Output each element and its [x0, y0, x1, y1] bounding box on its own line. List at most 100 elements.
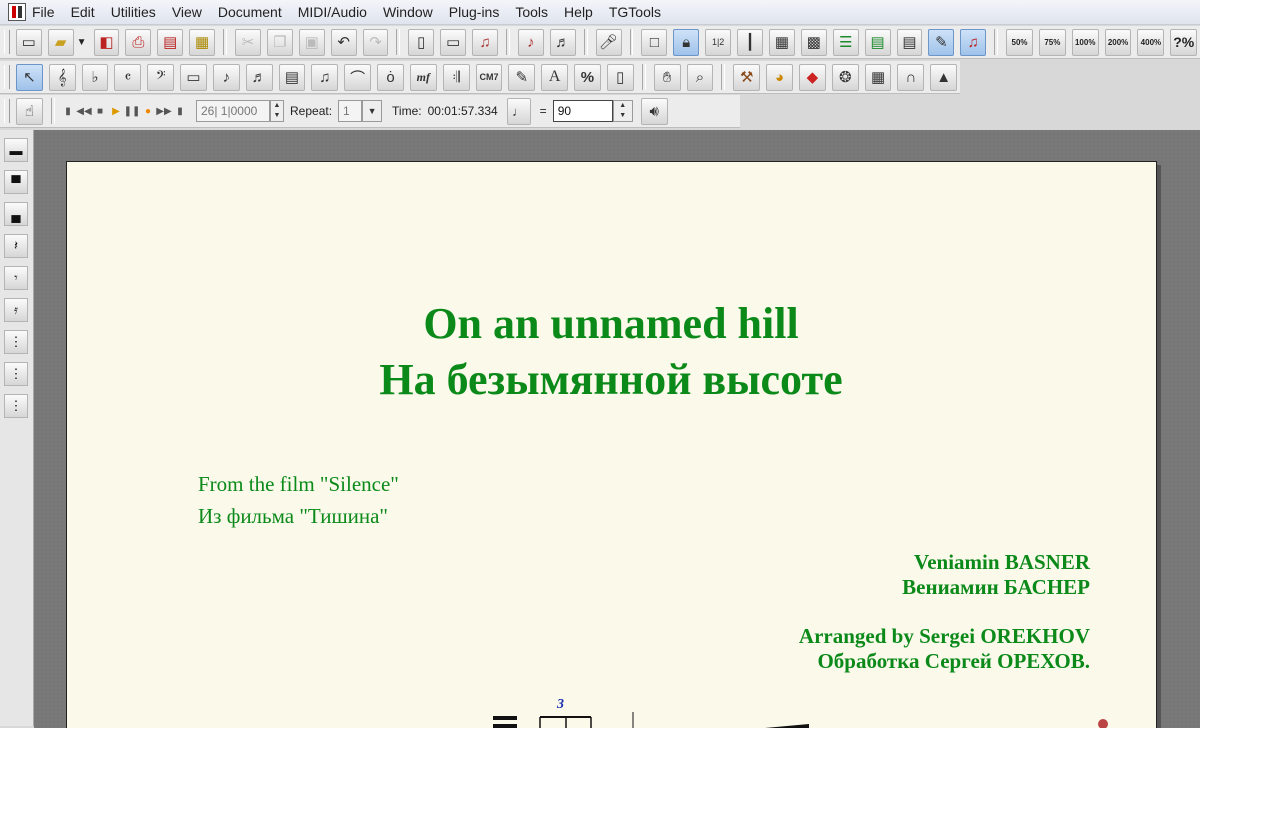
undo-icon[interactable]: ↶	[330, 28, 357, 56]
half-rest-icon[interactable]: ▄	[4, 202, 28, 226]
margins-icon[interactable]: ▤	[864, 28, 891, 56]
speedy-entry-tool-icon[interactable]: ♬	[245, 63, 273, 91]
hand-grabber-icon[interactable]: ✋︎	[653, 63, 681, 91]
staff-icon[interactable]: ┃	[737, 28, 763, 56]
arranger-english[interactable]: Arranged by Sergei OREKHOV	[799, 624, 1090, 649]
print-icon[interactable]: ⎙	[125, 28, 152, 56]
zoom-50-button[interactable]: 50%	[1006, 28, 1033, 56]
frame-icon[interactable]: □	[641, 28, 668, 56]
grid-icon[interactable]: ▦	[768, 28, 795, 56]
graphics-tool-icon[interactable]: ∩	[897, 63, 925, 91]
eighth-rest-icon[interactable]: 𝄾	[4, 266, 28, 290]
lyrics-tool-icon[interactable]: ✎	[508, 63, 536, 91]
title-russian[interactable]: На безымянной высоте	[47, 354, 1175, 405]
menu-tgtools[interactable]: TGTools	[609, 4, 661, 20]
tempo-spinner[interactable]: ▲ ▼	[612, 100, 633, 122]
play-icon[interactable]: ▶	[108, 101, 124, 121]
copy-icon[interactable]: ❐	[266, 28, 293, 56]
menu-document[interactable]: Document	[218, 4, 282, 20]
paste-icon[interactable]: ▣	[298, 28, 325, 56]
page-layout-icon[interactable]: ▩	[800, 28, 827, 56]
tempo-note-value-icon[interactable]: ♩	[506, 97, 531, 125]
app-logo-icon[interactable]	[8, 3, 26, 21]
menu-utilities[interactable]: Utilities	[111, 4, 156, 20]
resize-tool-icon[interactable]: %	[574, 63, 601, 91]
zoom-75-button[interactable]: 75%	[1038, 28, 1066, 56]
special-tools-icon[interactable]: ⚒	[733, 63, 761, 91]
measure-counter-field[interactable]: 26| 1|0000	[196, 100, 270, 122]
zoom-custom-button[interactable]: ?%	[1170, 28, 1198, 56]
lock-icon[interactable]: 🔒︎	[673, 28, 700, 56]
edit-page-icon[interactable]: ✎	[928, 28, 955, 56]
menu-midi-audio[interactable]: MIDI/Audio	[298, 4, 367, 20]
menu-window[interactable]: Window	[383, 4, 433, 20]
chord-tool-icon[interactable]: CM7	[475, 63, 503, 91]
articulation-tool-icon[interactable]: ȯ	[377, 63, 404, 91]
thirty-second-rest-icon[interactable]: ⋮	[4, 330, 28, 354]
zoom-400-button[interactable]: 400%	[1137, 28, 1165, 56]
measure-tool-icon[interactable]: ▭	[180, 63, 207, 91]
rewind-icon[interactable]: ◀◀	[76, 101, 92, 121]
speaker-icon[interactable]: 🔊︎	[640, 97, 668, 125]
simple-entry-tool-icon[interactable]: ♪	[212, 63, 240, 91]
text-tool-icon[interactable]: A	[541, 63, 569, 91]
double-whole-rest-icon[interactable]: ▬	[4, 138, 28, 162]
page-text-icon[interactable]: ▤	[896, 28, 923, 56]
book-icon[interactable]: ▤	[157, 28, 184, 56]
subtitle-russian[interactable]: Из фильма "Тишина"	[198, 504, 388, 529]
redo-icon[interactable]: ↷	[362, 28, 389, 56]
staff-tool-icon[interactable]: 𝄞	[48, 63, 76, 91]
save-icon[interactable]: ◧	[93, 28, 120, 56]
document-canvas[interactable]: On an unnamed hill На безымянной высоте …	[34, 130, 1200, 728]
key-signature-tool-icon[interactable]: ♭	[81, 63, 109, 91]
zoom-200-button[interactable]: 200%	[1104, 28, 1132, 56]
repeat-tool-icon[interactable]: 𝄇	[442, 63, 470, 91]
toolbar-grip[interactable]	[4, 65, 10, 89]
note-entry-icon[interactable]: ♬	[549, 28, 576, 56]
menu-view[interactable]: View	[172, 4, 202, 20]
music-notation-fragment[interactable]	[67, 682, 1156, 728]
pause-icon[interactable]: ❚❚	[124, 101, 141, 121]
subtitle-english[interactable]: From the film "Silence"	[198, 472, 399, 497]
composer-russian[interactable]: Вениамин БАСНЕР	[902, 575, 1090, 600]
score-page[interactable]: On an unnamed hill На безымянной высоте …	[66, 161, 1157, 728]
go-to-end-icon[interactable]: ▮	[172, 101, 188, 121]
hyperscribe-tool-icon[interactable]: ▤	[278, 63, 306, 91]
rewind-to-start-icon[interactable]: ▮	[60, 101, 76, 121]
scroll-view-icon[interactable]: ▭	[440, 28, 467, 56]
studio-view-icon[interactable]: ♫	[472, 28, 499, 56]
repeat-select[interactable]: 1	[338, 100, 363, 122]
open-dropdown-icon[interactable]: ▼	[77, 37, 87, 48]
page-view-icon[interactable]: ▯	[408, 28, 435, 56]
midi-tool-icon[interactable]: ◆	[798, 63, 826, 91]
library-icon[interactable]: ▦	[189, 28, 216, 56]
new-document-icon[interactable]: ▭	[15, 28, 42, 56]
page-layout-tool-icon[interactable]: ▯	[606, 63, 634, 91]
sixteenth-rest-icon[interactable]: 𝄿	[4, 298, 28, 322]
menu-help[interactable]: Help	[564, 4, 593, 20]
record-icon[interactable]: ●	[140, 101, 156, 121]
toolbar-grip[interactable]	[4, 30, 10, 54]
repeat-dropdown-icon[interactable]: ▼	[362, 100, 383, 122]
stop-icon[interactable]: ■	[92, 101, 108, 121]
zoom-100-button[interactable]: 100%	[1071, 28, 1099, 56]
tuplet-tool-icon[interactable]: ♫	[311, 63, 339, 91]
systems-icon[interactable]: ☰	[832, 28, 859, 56]
open-folder-icon[interactable]: ▰	[47, 28, 74, 56]
smart-shape-tool-icon[interactable]: ⌒	[344, 63, 372, 91]
cut-icon[interactable]: ✂	[234, 28, 261, 56]
ossia-tool-icon[interactable]: ▦	[864, 63, 892, 91]
midi-connector-icon[interactable]: ❂	[831, 63, 859, 91]
time-signature-tool-icon[interactable]: 𝄴	[114, 63, 142, 91]
quarter-rest-icon[interactable]: 𝄽	[4, 234, 28, 258]
playback-icon[interactable]: ♪	[517, 28, 544, 56]
menu-file[interactable]: File	[32, 4, 55, 20]
arranger-russian[interactable]: Обработка Сергей ОРЕХОВ.	[817, 649, 1090, 674]
toolbar-grip[interactable]	[4, 99, 10, 123]
menu-edit[interactable]: Edit	[71, 4, 95, 20]
expression-tool-icon[interactable]: mf	[409, 63, 437, 91]
menu-tools[interactable]: Tools	[515, 4, 548, 20]
counter-spinner[interactable]: ▲ ▼	[270, 100, 284, 122]
hundred-twenty-eighth-rest-icon[interactable]: ⋮	[4, 394, 28, 418]
mirror-tool-icon[interactable]: ◕	[766, 63, 793, 91]
